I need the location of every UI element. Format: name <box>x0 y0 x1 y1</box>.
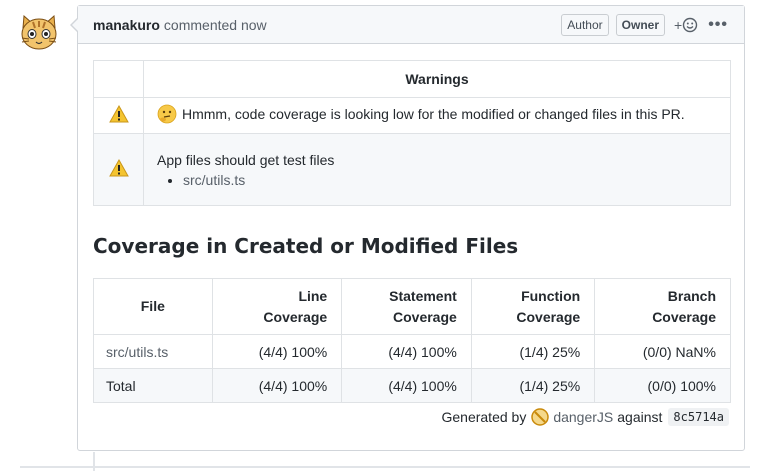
add-reaction-button[interactable]: + <box>674 17 698 33</box>
total-label: Total <box>93 368 213 403</box>
function-coverage-cell: (1/4) 25% <box>470 334 596 369</box>
generated-by-label: Generated by <box>441 409 527 425</box>
warnings-icon-header <box>93 60 144 98</box>
against-label: against <box>617 409 663 425</box>
comment-body: Warnings Hmmm, code coverage is looking … <box>78 44 744 403</box>
comment-box: manakuro commented now Author Owner + ••… <box>70 5 745 451</box>
col-header-statement: Statement Coverage <box>341 278 472 335</box>
smiley-icon <box>682 17 698 32</box>
warning-row: Hmmm, code coverage is looking low for t… <box>93 97 731 134</box>
comment-author[interactable]: manakuro <box>93 17 160 33</box>
dangerjs-link[interactable]: dangerJS <box>553 409 613 425</box>
col-header-file: File <box>93 278 213 335</box>
col-header-branch: Branch Coverage <box>594 278 731 335</box>
no-entry-icon <box>531 408 550 426</box>
warning-text: App files should get test files <box>157 151 335 168</box>
warnings-header: Warnings <box>143 60 731 98</box>
branch-coverage-cell: (0/0) NaN% <box>594 334 731 369</box>
timeline-line <box>93 452 95 471</box>
warnings-table: Warnings Hmmm, code coverage is looking … <box>93 60 731 206</box>
warning-icon <box>108 104 129 123</box>
commit-sha-link[interactable]: 8c5714a <box>668 408 729 426</box>
thinking-face-icon <box>157 104 177 124</box>
table-row: Total (4/4) 100% (4/4) 100% (1/4) 25% (0… <box>93 368 731 403</box>
line-coverage-cell: (4/4) 100% <box>211 368 343 403</box>
file-link[interactable]: src/utils.ts <box>106 344 168 360</box>
more-options-button[interactable]: ••• <box>708 16 728 34</box>
warning-text: Hmmm, code coverage is looking low for t… <box>182 106 685 122</box>
comment-timestamp[interactable]: commented now <box>164 17 267 33</box>
line-coverage-cell: (4/4) 100% <box>211 334 343 369</box>
table-row: src/utils.ts (4/4) 100% (4/4) 100% (1/4)… <box>93 334 731 369</box>
coverage-table: File Line Coverage Statement Coverage Fu… <box>93 278 731 403</box>
col-header-function: Function Coverage <box>470 278 596 335</box>
statement-coverage-cell: (4/4) 100% <box>341 368 472 403</box>
col-header-line: Line Coverage <box>211 278 343 335</box>
statement-coverage-cell: (4/4) 100% <box>341 334 472 369</box>
comment-header: manakuro commented now Author Owner + ••… <box>78 6 744 44</box>
author-badge: Author <box>561 13 609 36</box>
reaction-plus-label: + <box>674 16 683 33</box>
generated-by-footer: Generated by dangerJS against 8c5714a <box>441 408 729 426</box>
warning-row: App files should get test files src/util… <box>93 133 731 206</box>
timeline-divider <box>20 466 750 468</box>
file-link[interactable]: src/utils.ts <box>183 172 245 188</box>
warning-file-list: src/utils.ts <box>157 172 729 188</box>
branch-coverage-cell: (0/0) 100% <box>594 368 731 403</box>
function-coverage-cell: (1/4) 25% <box>470 368 596 403</box>
list-item: src/utils.ts <box>183 172 729 188</box>
avatar[interactable] <box>18 12 60 52</box>
coverage-heading: Coverage in Created or Modified Files <box>93 234 519 258</box>
coverage-header-row: File Line Coverage Statement Coverage Fu… <box>93 278 731 335</box>
warning-icon <box>108 158 129 177</box>
owner-badge: Owner <box>615 13 665 36</box>
